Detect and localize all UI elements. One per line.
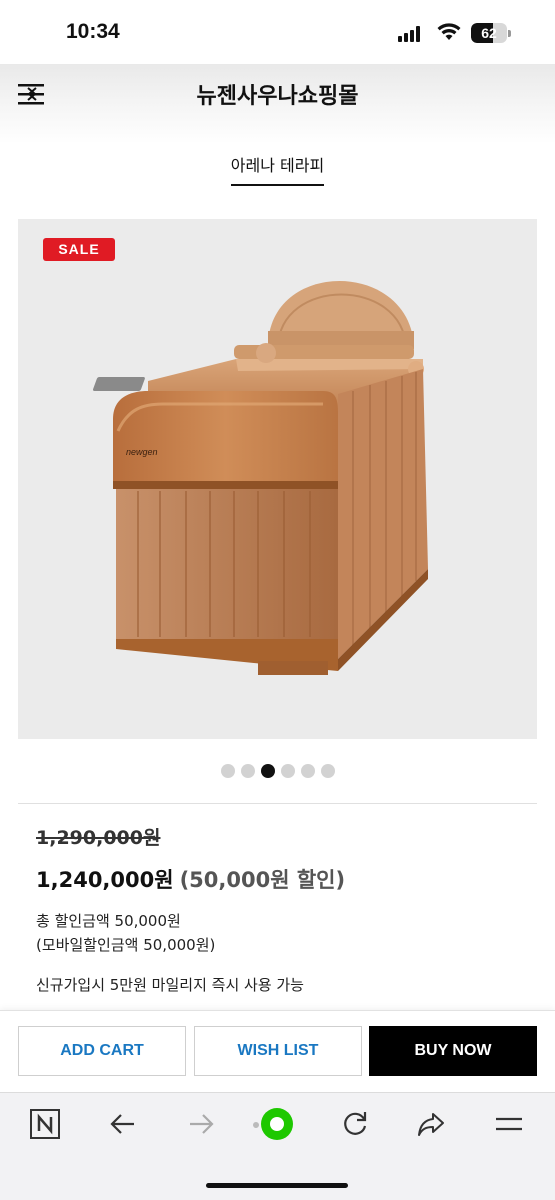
naver-n-icon[interactable]: [28, 1107, 62, 1141]
mobile-discount: (모바일할인금액 50,000원): [36, 936, 216, 954]
carousel-dot[interactable]: [240, 764, 255, 778]
discount-text: (50,000원 할인): [179, 868, 346, 892]
carousel-dot[interactable]: [220, 764, 235, 778]
category-tab: 아레나 테라피: [0, 152, 555, 186]
sale-price: 1,240,000원: [36, 868, 174, 892]
reload-icon[interactable]: [338, 1107, 372, 1141]
battery-level: 62: [481, 25, 497, 41]
status-time: 10:34: [66, 20, 120, 43]
site-header: 뉴젠사우나쇼핑몰: [0, 64, 555, 144]
action-bar: ADD CART WISH LIST BUY NOW: [0, 1010, 555, 1092]
original-price: 1,290,000원: [36, 827, 161, 849]
product-image[interactable]: SALE newgen: [18, 219, 537, 739]
sale-price-row: 1,240,000원 (50,000원 할인): [36, 864, 345, 894]
carousel-dot[interactable]: [320, 764, 335, 778]
sale-badge: SALE: [43, 238, 115, 261]
carousel-dot[interactable]: [280, 764, 295, 778]
add-cart-button[interactable]: ADD CART: [18, 1026, 186, 1076]
carousel-dot[interactable]: [260, 764, 275, 778]
carousel-dots: [0, 763, 555, 782]
carousel-dot[interactable]: [300, 764, 315, 778]
mileage-note: 신규가입시 5만원 마일리지 즉시 사용 가능: [36, 976, 304, 994]
total-discount: 총 할인금액 50,000원: [36, 912, 181, 930]
home-indicator[interactable]: [206, 1183, 348, 1188]
category-label[interactable]: 아레나 테라피: [230, 152, 325, 186]
buy-now-button[interactable]: BUY NOW: [369, 1026, 537, 1076]
wifi-icon: [437, 23, 461, 40]
brand-mark: newgen: [126, 447, 158, 457]
menu-lines-icon[interactable]: [492, 1107, 526, 1141]
share-icon[interactable]: [414, 1107, 448, 1141]
site-title[interactable]: 뉴젠사우나쇼핑몰: [0, 78, 555, 110]
forward-arrow-icon[interactable]: [184, 1107, 218, 1141]
battery-icon: 62: [471, 23, 511, 43]
signal-icon: [398, 26, 424, 42]
back-arrow-icon[interactable]: [106, 1107, 140, 1141]
divider: [18, 803, 537, 804]
sauna-product-illustration: newgen: [92, 281, 428, 675]
browser-toolbar: [0, 1092, 555, 1200]
green-dot-icon[interactable]: [250, 1099, 300, 1149]
wish-list-button[interactable]: WISH LIST: [194, 1026, 362, 1076]
status-bar: 10:34 62: [0, 0, 555, 64]
